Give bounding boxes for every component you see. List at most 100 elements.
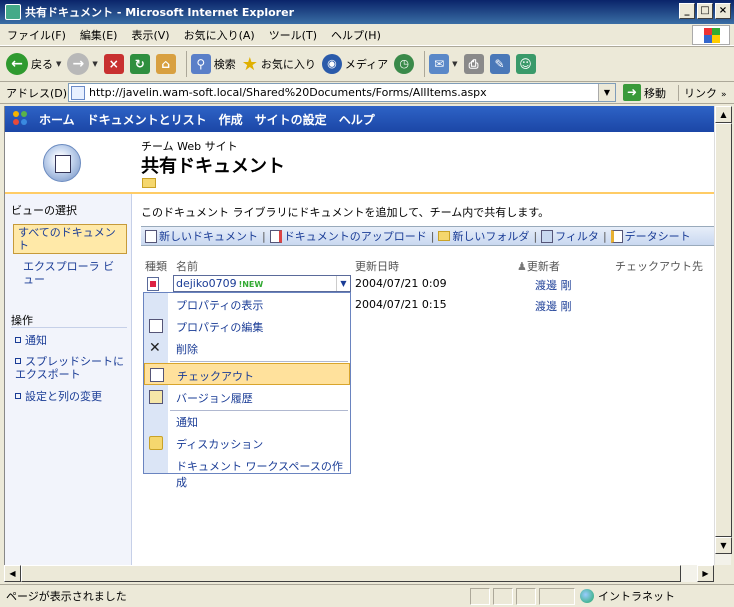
toolbar-separator	[185, 51, 187, 77]
left-navigation: ビューの選択 すべてのドキュメント エクスプローラ ビュー 操作 通知 スプレッ…	[5, 194, 132, 576]
menu-view[interactable]: 表示(V)	[124, 27, 176, 43]
action-alert[interactable]: 通知	[15, 334, 47, 347]
back-button[interactable]: ← 戻る ▼	[6, 53, 61, 75]
address-input[interactable]: http://javelin.wam-soft.local/Shared%20D…	[68, 83, 616, 102]
print-button[interactable]: ⎙	[463, 54, 484, 74]
mail-button[interactable]: ✉ ▼	[429, 54, 458, 74]
filter-button[interactable]: フィルタ	[537, 228, 603, 244]
messenger-button[interactable]: ☺	[515, 54, 536, 74]
column-name[interactable]: 名前	[176, 258, 198, 274]
windows-logo-icon	[692, 25, 730, 45]
address-dropdown-icon[interactable]: ▼	[598, 84, 615, 101]
favorites-button[interactable]: ★ お気に入り	[242, 54, 316, 75]
nav-site-settings[interactable]: サイトの設定	[249, 111, 333, 128]
scroll-left-icon[interactable]: ◀	[4, 565, 21, 582]
address-label: アドレス(D)	[6, 86, 68, 100]
menu-version-history[interactable]: バージョン履歴	[144, 386, 350, 408]
home-button[interactable]: ⌂	[155, 54, 176, 74]
maximize-button[interactable]: □	[697, 3, 713, 19]
menu-tools[interactable]: ツール(T)	[262, 27, 324, 43]
vertical-scrollbar[interactable]: ▲ ▼	[714, 106, 732, 576]
menu-help[interactable]: ヘルプ(H)	[324, 27, 388, 43]
modified-by-link[interactable]: 渡邊 剛	[535, 277, 572, 293]
favorites-star-icon: ★	[241, 53, 258, 75]
nav-home[interactable]: ホーム	[33, 111, 81, 128]
menu-alert[interactable]: 通知	[144, 410, 350, 432]
view-all-documents[interactable]: すべてのドキュメント	[13, 224, 127, 254]
forward-arrow-icon: →	[67, 53, 90, 75]
minimize-button[interactable]: _	[679, 3, 695, 19]
column-modified[interactable]: 更新日時	[355, 258, 399, 274]
menu-edit-properties[interactable]: プロパティの編集	[144, 315, 350, 337]
actions-header: 操作	[11, 314, 33, 327]
stop-icon: ×	[103, 54, 124, 74]
forward-button[interactable]: → ▼	[67, 53, 98, 75]
window-title: 共有ドキュメント - Microsoft Internet Explorer	[25, 6, 294, 19]
document-name-dropdown[interactable]: dejiko0709 !NEW ▼	[173, 275, 351, 292]
go-button[interactable]: ➜ 移動	[623, 84, 666, 101]
media-icon: ◉	[321, 54, 342, 74]
history-icon: ◷	[394, 54, 415, 74]
address-bar: アドレス(D) http://javelin.wam-soft.local/Sh…	[0, 82, 734, 104]
menu-delete[interactable]: ✕ 削除	[144, 337, 350, 359]
menu-view-properties[interactable]: プロパティの表示	[144, 293, 350, 315]
column-modified-by[interactable]: ♟更新者	[517, 258, 560, 274]
edit-properties-icon	[149, 319, 163, 333]
vertical-scroll-thumb[interactable]	[715, 123, 732, 537]
horizontal-scroll-thumb[interactable]	[21, 565, 681, 582]
status-bar: ページが表示されました イントラネット	[0, 584, 734, 607]
view-explorer[interactable]: エクスプローラ ビュー	[23, 260, 119, 286]
menu-edit[interactable]: 編集(E)	[73, 27, 125, 43]
column-checked-out[interactable]: チェックアウト先	[615, 258, 703, 274]
status-text: ページが表示されました	[6, 590, 127, 603]
context-menu: プロパティの表示 プロパティの編集 ✕ 削除 チェックアウト バージョン履歴 通知…	[143, 292, 351, 489]
modified-date: 2004/07/21 0:09	[355, 277, 447, 290]
links-label: リンク	[684, 87, 717, 100]
edit-page-icon: ✎	[489, 54, 510, 74]
scroll-up-icon[interactable]: ▲	[715, 106, 732, 123]
column-type[interactable]: 種類	[145, 258, 167, 274]
nav-create[interactable]: 作成	[213, 111, 249, 128]
action-export-spreadsheet[interactable]: スプレッドシートにエクスポート	[15, 355, 127, 381]
scroll-down-icon[interactable]: ▼	[715, 537, 732, 554]
menu-create-workspace[interactable]: ドキュメント ワークスペースの作成	[144, 454, 350, 489]
scroll-corner	[714, 565, 731, 582]
refresh-button[interactable]: ↻	[129, 54, 150, 74]
actions-divider	[11, 327, 127, 328]
document-name[interactable]: dejiko0709	[176, 277, 237, 290]
library-description: このドキュメント ライブラリにドキュメントを追加して、チーム内で共有します。	[141, 206, 550, 219]
bullet-icon	[15, 393, 21, 399]
media-button[interactable]: ◉ メディア	[321, 54, 388, 74]
close-button[interactable]: ×	[715, 3, 731, 19]
upload-document-button[interactable]: ドキュメントのアップロード	[266, 228, 431, 244]
go-label: 移動	[644, 86, 666, 100]
nav-documents-lists[interactable]: ドキュメントとリスト	[81, 111, 213, 128]
new-document-button[interactable]: 新しいドキュメント	[141, 228, 262, 244]
checkout-icon	[150, 368, 164, 382]
folder-icon[interactable]	[142, 178, 156, 188]
datasheet-button[interactable]: データシート	[607, 228, 695, 244]
nav-help[interactable]: ヘルプ	[333, 111, 381, 128]
new-badge: !NEW	[238, 280, 264, 289]
menu-checkout[interactable]: チェックアウト	[144, 363, 350, 385]
chevron-down-icon[interactable]: ▼	[336, 276, 350, 291]
modified-by-link[interactable]: 渡邊 剛	[535, 298, 572, 314]
search-label: 検索	[213, 58, 236, 71]
edit-button[interactable]: ✎	[489, 54, 510, 74]
history-button[interactable]: ◷	[394, 54, 415, 74]
back-dropdown-icon: ▼	[56, 60, 62, 68]
action-modify-settings[interactable]: 設定と列の変更	[15, 390, 102, 403]
modified-date: 2004/07/21 0:15	[355, 298, 447, 311]
search-button[interactable]: ⚲ 検索	[190, 54, 236, 74]
new-folder-button[interactable]: 新しいフォルダ	[434, 228, 533, 244]
stop-button[interactable]: ×	[103, 54, 124, 74]
zone-label: イントラネット	[598, 590, 675, 603]
menu-favorites[interactable]: お気に入り(A)	[177, 27, 262, 43]
horizontal-scrollbar[interactable]: ◀ ▶	[4, 565, 714, 582]
table-row: dejiko0709 !NEW ▼ 2004/07/21 0:09 渡邊 剛	[141, 274, 714, 294]
bullet-icon	[15, 337, 21, 343]
menu-discussion[interactable]: ディスカッション	[144, 432, 350, 454]
links-button[interactable]: リンク »	[678, 85, 727, 101]
menu-file[interactable]: ファイル(F)	[0, 27, 73, 43]
scroll-right-icon[interactable]: ▶	[697, 565, 714, 582]
